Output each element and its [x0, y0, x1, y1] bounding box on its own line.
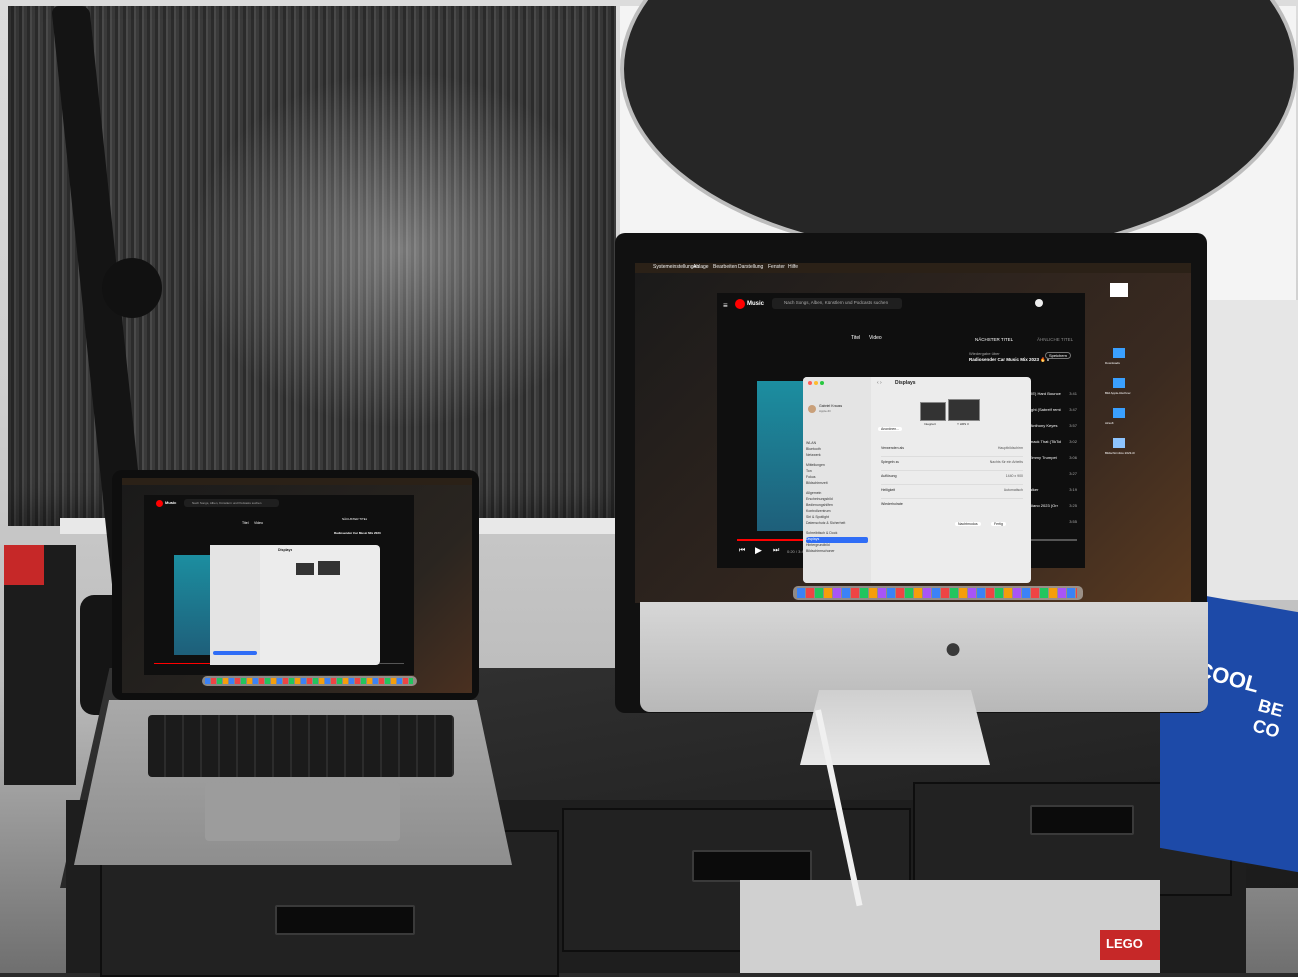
- desktop-file-icon[interactable]: [1110, 283, 1128, 297]
- youtube-music-logo-icon: [156, 500, 163, 507]
- user-sub: Apple-ID: [819, 409, 831, 413]
- desktop-icon-label: Bild Apple-Rechner: [1105, 391, 1131, 395]
- drawer-handle: [1030, 805, 1134, 835]
- search-input[interactable]: Nach Songs, Alben, Künstlern und Podcast…: [184, 499, 279, 507]
- drawer-handle: [275, 905, 415, 935]
- folder-icon[interactable]: [1113, 408, 1125, 418]
- playlist-title: Radiosender Car Music Mix 2023: [334, 531, 381, 535]
- sidebar-item-datenschutz[interactable]: Datenschutz & Sicherheit: [806, 521, 868, 527]
- previous-icon[interactable]: ⏮: [739, 547, 745, 555]
- user-avatar[interactable]: [808, 405, 816, 413]
- close-button[interactable]: [808, 381, 812, 385]
- desktop-icon-label: Bildschirmfoto 2023-07...png: [1105, 451, 1135, 455]
- system-settings-window: Gabriel Krauss Apple-ID WLAN Bluetooth N…: [803, 377, 1031, 583]
- playlist-label: Wiedergabe über: [969, 351, 1000, 356]
- search-placeholder: Nach Songs, Alben, Künstlern und Podcast…: [192, 501, 262, 505]
- settings-sidebar: [210, 545, 260, 665]
- dock-app-icons[interactable]: [797, 588, 1077, 598]
- zoom-button[interactable]: [820, 381, 824, 385]
- desktop-icon-label: Downloads: [1105, 361, 1120, 365]
- macbook-keyboard: [148, 715, 454, 777]
- system-settings-window: Displays: [210, 545, 380, 665]
- sidebar-item-bildschirmschoner[interactable]: Bildschirmschoner: [806, 549, 868, 555]
- folder-icon[interactable]: [1113, 348, 1125, 358]
- playlist-title: Radiosender Car Music Mix 2023 🔥 Ba: [969, 357, 1049, 362]
- sidebar-item-netzwerk[interactable]: Netzwerk: [806, 453, 868, 459]
- display-thumbnail[interactable]: [318, 561, 340, 575]
- dock: [793, 586, 1083, 600]
- dock-app-icons[interactable]: [205, 678, 413, 684]
- display-thumbnail[interactable]: [296, 563, 314, 575]
- done-button[interactable]: Fertig: [991, 522, 1006, 526]
- app-logo-text: Music: [747, 301, 765, 307]
- queue-header[interactable]: NÄCHSTER TITEL: [342, 517, 367, 521]
- search-placeholder: Nach Songs, Alben, Künstlern und Podcast…: [784, 300, 889, 305]
- youtube-music-logo-icon: [735, 299, 745, 309]
- menu-icon[interactable]: ≡: [723, 301, 728, 310]
- imac-screen: Systemeinstellungen Ablage Bearbeiten Da…: [635, 263, 1191, 603]
- save-button[interactable]: Speichern: [1045, 352, 1072, 359]
- drawer-handle: [692, 850, 812, 882]
- setting-row[interactable]: Helligkeit Automatisch: [881, 485, 1023, 499]
- lego-box: [740, 880, 1160, 973]
- back-icon[interactable]: ‹ ›: [877, 380, 882, 386]
- queue-header[interactable]: NÄCHSTER TITEL: [975, 337, 1013, 342]
- night-mode-button[interactable]: Nachtmodus: [955, 522, 981, 526]
- app-logo-text: Music: [165, 500, 177, 505]
- setting-row[interactable]: Verwenden als Hauptbildschirm: [881, 443, 1023, 457]
- menu-bar: [122, 478, 472, 485]
- lego-label: LEGO: [1106, 936, 1143, 951]
- menu-item[interactable]: Fenster: [768, 264, 785, 270]
- user-name[interactable]: Gabriel Krauss: [819, 404, 842, 408]
- setting-row[interactable]: Spiegeln zu Nachts für ein Arbeits: [881, 457, 1023, 471]
- play-icon[interactable]: ▶: [755, 545, 762, 556]
- screenshot-file-icon[interactable]: [1113, 438, 1125, 448]
- menu-bar: Systemeinstellungen Ablage Bearbeiten Da…: [635, 263, 1191, 273]
- folder-icon[interactable]: [1113, 378, 1125, 388]
- display-thumbnail[interactable]: [920, 402, 946, 421]
- sidebar-item-bildschirmzeit[interactable]: Bildschirmzeit: [806, 481, 868, 487]
- arrange-button[interactable]: Anordnen...: [878, 427, 903, 431]
- red-box: [4, 545, 44, 585]
- setting-row[interactable]: Wiederholrate: [881, 499, 1023, 512]
- queue-header-related[interactable]: ÄHNLICHE TITEL: [1037, 337, 1073, 342]
- menu-item[interactable]: Hilfe: [788, 264, 798, 270]
- minimize-button[interactable]: [814, 381, 818, 385]
- setting-row[interactable]: Auflösung 1440 x 900: [881, 471, 1023, 485]
- macbook-screen: Music Nach Songs, Alben, Künstlern und P…: [122, 478, 472, 693]
- menu-item[interactable]: Bearbeiten: [713, 264, 737, 270]
- dock: [202, 676, 417, 686]
- tab-titel[interactable]: Titel: [851, 335, 860, 341]
- menu-item[interactable]: Ablage: [693, 264, 709, 270]
- menu-item[interactable]: Darstellung: [738, 264, 763, 270]
- tab-video[interactable]: Video: [254, 521, 263, 525]
- lamp-joint: [102, 258, 162, 318]
- settings-sidebar: Gabriel Krauss Apple-ID WLAN Bluetooth N…: [803, 377, 871, 583]
- settings-title: Displays: [278, 548, 293, 552]
- next-icon[interactable]: ⏭: [773, 547, 779, 555]
- display-thumbnail[interactable]: [948, 399, 980, 421]
- blind-light: [150, 40, 570, 460]
- tab-video[interactable]: Video: [869, 335, 882, 341]
- search-input[interactable]: Nach Songs, Alben, Künstlern und Podcast…: [772, 298, 902, 309]
- display-label: Integriert: [924, 422, 936, 426]
- settings-title: Displays: [895, 380, 916, 386]
- album-art: [174, 555, 214, 655]
- desktop-icon-label: Airsoft: [1105, 421, 1114, 425]
- tab-titel[interactable]: Titel: [242, 521, 248, 525]
- sidebar-item-displays[interactable]: [213, 651, 257, 655]
- macbook-trackpad: [205, 783, 400, 841]
- display-label: Y HRS 3: [957, 422, 969, 426]
- avatar[interactable]: [1035, 299, 1043, 307]
- apple-logo-icon: ●: [943, 632, 963, 665]
- display-settings-rows: Verwenden als Hauptbildschirm Spiegeln zu…: [881, 443, 1023, 512]
- lego-logo: LEGO: [1100, 930, 1160, 960]
- settings-sidebar-list: WLAN Bluetooth Netzwerk Mitteilungen Ton…: [806, 441, 868, 555]
- progress-fill: [154, 663, 217, 664]
